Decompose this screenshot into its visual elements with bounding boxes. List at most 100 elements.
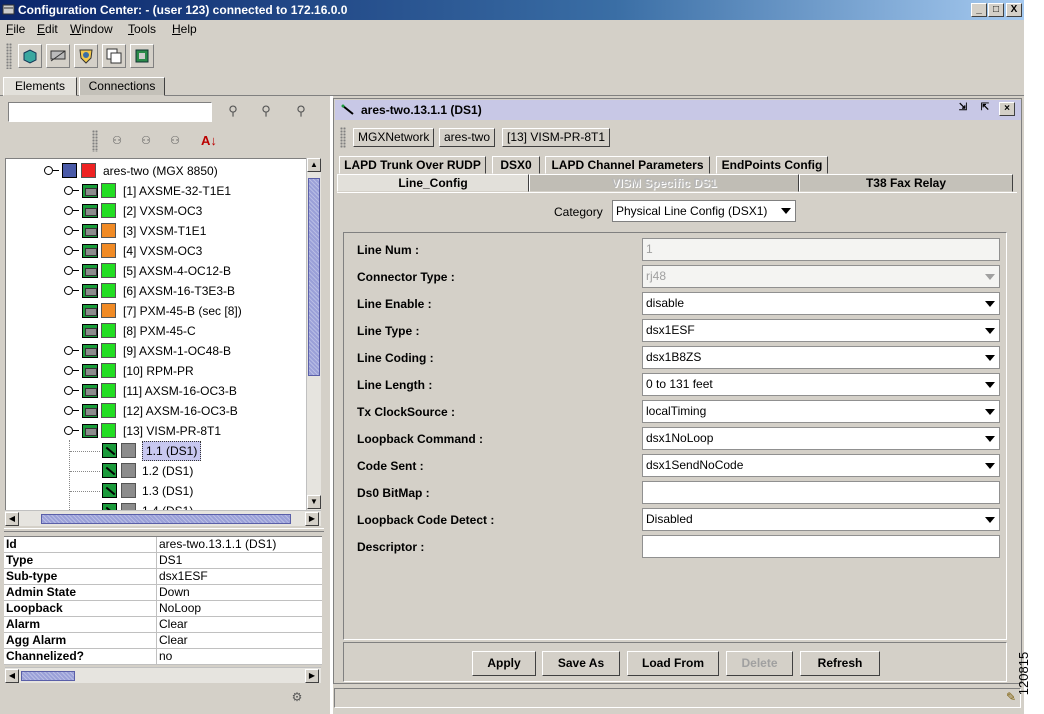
field-select[interactable]: dsx1ESF	[642, 319, 1000, 342]
tab-endpoints-config[interactable]: EndPoints Config	[716, 156, 828, 174]
props-scroll-right-icon[interactable]: ▶	[305, 669, 319, 683]
property-row[interactable]: Sub-type dsx1ESF	[4, 569, 322, 585]
expand-knob-icon[interactable]	[64, 366, 79, 375]
menu-help[interactable]: Help	[172, 22, 197, 37]
expand-knob-icon[interactable]	[64, 266, 79, 275]
field-input[interactable]	[642, 481, 1000, 504]
copy-window-icon[interactable]	[102, 44, 126, 68]
tree-card-row[interactable]: [13] VISM-PR-8T1	[6, 421, 306, 441]
props-horizontal-scrollbar[interactable]: ◀ ▶	[5, 667, 321, 683]
property-row[interactable]: Type DS1	[4, 553, 322, 569]
menu-edit[interactable]: Edit	[37, 22, 58, 37]
tree-card-row[interactable]: [8] PXM-45-C	[6, 321, 306, 341]
shield-icon[interactable]	[74, 44, 98, 68]
expand-knob-icon[interactable]	[64, 286, 79, 295]
field-select[interactable]: rj48	[642, 265, 1000, 288]
expand-knob-icon[interactable]	[64, 226, 79, 235]
network-icon[interactable]	[18, 44, 42, 68]
tab-dsx0[interactable]: DSX0	[492, 156, 540, 174]
tree-group-icon[interactable]: ⚇	[166, 132, 184, 150]
tree-root[interactable]: ares-two (MGX 8850)	[6, 161, 306, 181]
tree-expand-icon[interactable]: ⚇	[108, 132, 126, 150]
tab-t38-fax-relay[interactable]: T38 Fax Relay	[799, 174, 1013, 192]
field-select[interactable]: Disabled	[642, 508, 1000, 531]
export-icon[interactable]	[130, 44, 154, 68]
breadcrumb-mgxnetwork[interactable]: MGXNetwork	[353, 128, 435, 147]
property-row[interactable]: Agg Alarm Clear	[4, 633, 322, 649]
property-row[interactable]: Loopback NoLoop	[4, 601, 322, 617]
field-select[interactable]: 0 to 131 feet	[642, 373, 1000, 396]
properties-settings-icon[interactable]: ⚙	[288, 688, 306, 706]
delete-button[interactable]: Delete	[726, 651, 793, 676]
menu-window[interactable]: Window	[70, 22, 113, 37]
category-select[interactable]: Physical Line Config (DSX1)	[612, 200, 796, 222]
h-scroll-thumb[interactable]	[41, 514, 291, 524]
expand-knob-icon[interactable]	[64, 426, 79, 435]
props-scroll-left-icon[interactable]: ◀	[5, 669, 19, 683]
scroll-right-arrow-icon[interactable]: ▶	[305, 512, 319, 526]
find-previous-icon[interactable]: ⚲	[257, 102, 275, 120]
tree-card-row[interactable]: [10] RPM-PR	[6, 361, 306, 381]
tree-card-row[interactable]: [6] AXSM-16-T3E3-B	[6, 281, 306, 301]
scroll-thumb[interactable]	[308, 178, 320, 376]
tree-line-row[interactable]: 1.1 (DS1)	[6, 441, 306, 461]
field-input[interactable]: 1	[642, 238, 1000, 261]
tree-toolbar-grip[interactable]	[92, 130, 98, 152]
undock-icon[interactable]: ⇲	[955, 102, 971, 116]
tab-elements[interactable]: Elements	[3, 77, 77, 96]
property-row[interactable]: Admin State Down	[4, 585, 322, 601]
save-as-button[interactable]: Save As	[542, 651, 620, 676]
binoculars-icon[interactable]: ⚲	[224, 102, 242, 120]
minimize-button[interactable]: _	[971, 3, 987, 17]
menu-file[interactable]: File	[6, 22, 25, 37]
expand-knob-icon[interactable]	[64, 346, 79, 355]
tab-lapd-channel[interactable]: LAPD Channel Parameters	[545, 156, 710, 174]
tab-vism-specific[interactable]: VISM Specific DS1	[529, 174, 799, 192]
tree-card-row[interactable]: [5] AXSM-4-OC12-B	[6, 261, 306, 281]
maximize-button[interactable]: □	[988, 3, 1004, 17]
field-select[interactable]: dsx1NoLoop	[642, 427, 1000, 450]
find-next-icon[interactable]: ⚲	[292, 102, 310, 120]
scroll-down-arrow-icon[interactable]: ▼	[307, 495, 321, 509]
tree-card-row[interactable]: [2] VXSM-OC3	[6, 201, 306, 221]
tree-card-row[interactable]: [4] VXSM-OC3	[6, 241, 306, 261]
refresh-button[interactable]: Refresh	[800, 651, 880, 676]
close-button[interactable]: X	[1006, 3, 1022, 17]
menu-tools[interactable]: Tools	[128, 22, 156, 37]
expand-knob-icon[interactable]	[44, 166, 59, 175]
tree-card-row[interactable]: [11] AXSM-16-OC3-B	[6, 381, 306, 401]
sort-az-icon[interactable]: A↓	[200, 132, 218, 150]
float-icon[interactable]: ⇱	[977, 102, 993, 116]
field-select[interactable]: disable	[642, 292, 1000, 315]
scroll-left-arrow-icon[interactable]: ◀	[5, 512, 19, 526]
tools-icon[interactable]	[46, 44, 70, 68]
tree-card-row[interactable]: [9] AXSM-1-OC48-B	[6, 341, 306, 361]
tree-card-row[interactable]: [1] AXSME-32-T1E1	[6, 181, 306, 201]
tree-horizontal-scrollbar[interactable]: ◀ ▶	[5, 510, 321, 526]
search-input[interactable]	[8, 102, 212, 122]
expand-knob-icon[interactable]	[64, 406, 79, 415]
tree-card-row[interactable]: [7] PXM-45-B (sec [8])	[6, 301, 306, 321]
expand-knob-icon[interactable]	[64, 246, 79, 255]
toolbar-grip[interactable]	[6, 43, 12, 69]
tree-line-row[interactable]: 1.4 (DS1)	[6, 501, 306, 510]
property-row[interactable]: Id ares-two.13.1.1 (DS1)	[4, 537, 322, 553]
scroll-up-arrow-icon[interactable]: ▲	[307, 158, 321, 172]
expand-knob-icon[interactable]	[64, 206, 79, 215]
tree-card-row[interactable]: [12] AXSM-16-OC3-B	[6, 401, 306, 421]
tree-collapse-icon[interactable]: ⚇	[137, 132, 155, 150]
expand-knob-icon[interactable]	[64, 186, 79, 195]
field-select[interactable]: dsx1B8ZS	[642, 346, 1000, 369]
breadcrumb-node[interactable]: ares-two	[439, 128, 496, 147]
props-h-thumb[interactable]	[21, 671, 75, 681]
splitter[interactable]	[4, 528, 324, 532]
tree-vertical-scrollbar[interactable]: ▲ ▼	[306, 158, 321, 510]
breadcrumb-card[interactable]: [13] VISM-PR-8T1	[502, 128, 611, 147]
tab-connections[interactable]: Connections	[79, 77, 165, 96]
field-select[interactable]: dsx1SendNoCode	[642, 454, 1000, 477]
tree-line-row[interactable]: 1.3 (DS1)	[6, 481, 306, 501]
load-from-button[interactable]: Load From	[627, 651, 719, 676]
detail-close-button[interactable]: ×	[999, 102, 1015, 116]
tab-line-config[interactable]: Line_Config	[337, 174, 529, 192]
tree-line-row[interactable]: 1.2 (DS1)	[6, 461, 306, 481]
